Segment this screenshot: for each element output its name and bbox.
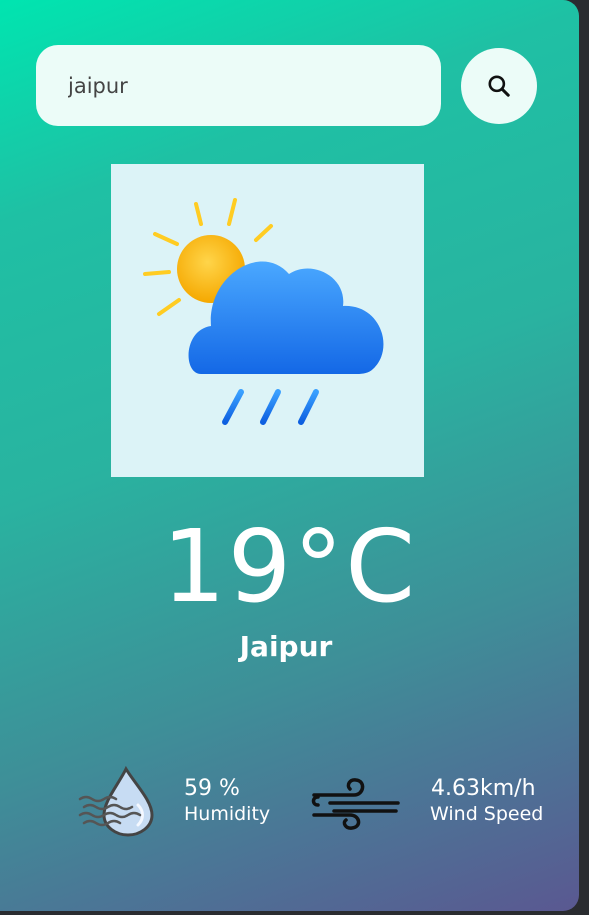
wind-icon bbox=[311, 778, 400, 830]
temperature: 19°C bbox=[161, 508, 418, 625]
city-name: Jaipur bbox=[239, 630, 333, 663]
search-input[interactable] bbox=[36, 45, 441, 126]
wind-value: 4.63km/h bbox=[431, 776, 536, 801]
search-button[interactable] bbox=[461, 48, 537, 124]
wind-label: Wind Speed bbox=[430, 803, 544, 825]
humidity-label: Humidity bbox=[184, 803, 271, 825]
search-icon bbox=[488, 75, 510, 97]
weather-card: 19°C Jaipur 59 % Humidity 4.63km/h Wind … bbox=[0, 0, 579, 911]
weather-condition-image bbox=[111, 164, 424, 477]
search-box bbox=[36, 45, 441, 126]
sun-cloud-rain-icon bbox=[143, 198, 384, 425]
humidity-value: 59 % bbox=[184, 776, 240, 801]
humidity-icon bbox=[78, 765, 154, 837]
